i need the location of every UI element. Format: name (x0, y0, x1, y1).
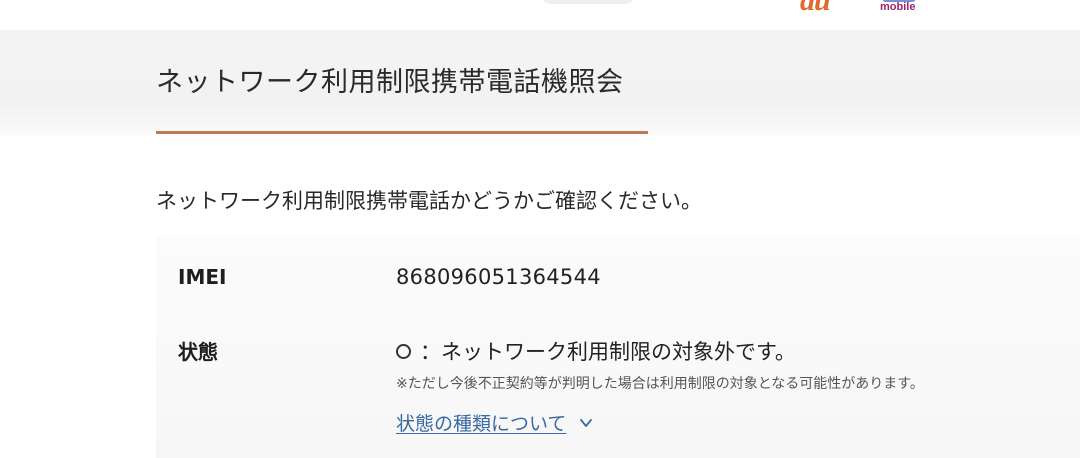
status-value: ：ネットワーク利用制限の対象外です。 (396, 336, 796, 366)
result-table: IMEI 868096051364544 状態 ：ネットワーク利用制限の対象外で… (156, 237, 1080, 458)
status-text: ：ネットワーク利用制限の対象外です。 (420, 340, 796, 364)
imei-label: IMEI (178, 265, 227, 289)
title-underline (156, 131, 648, 134)
status-types-link-text[interactable]: 状態の種類について (396, 409, 566, 436)
uq-logo-text: mobile (880, 1, 916, 13)
status-label: 状態 (178, 340, 218, 364)
top-bar: au mobile (0, 0, 1080, 30)
intro-text: ネットワーク利用制限携帯電話かどうかご確認ください。 (156, 189, 702, 213)
menu-button-shape[interactable] (538, 0, 638, 4)
imei-value: 868096051364544 (396, 265, 601, 289)
chevron-down-icon[interactable] (578, 415, 594, 431)
page-title: ネットワーク利用制限携帯電話機照会 (156, 67, 624, 98)
au-logo: au (800, 0, 831, 17)
status-types-link[interactable]: 状態の種類について (396, 409, 594, 436)
uq-mobile-logo: mobile (878, 0, 920, 16)
status-note: ※ただし今後不正契約等が判明した場合は利用制限の対象となる可能性があります。 (396, 376, 924, 392)
status-ok-icon (396, 343, 411, 359)
